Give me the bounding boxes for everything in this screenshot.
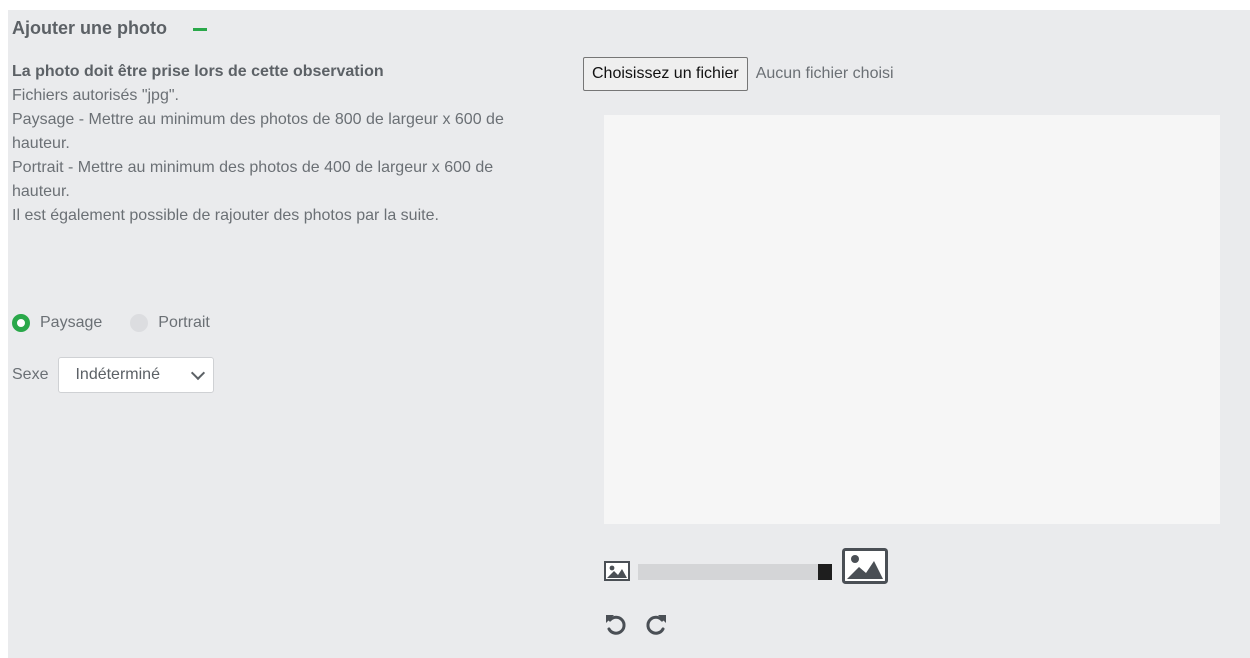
rotate-controls	[604, 612, 668, 636]
instructions-line: Fichiers autorisés "jpg".	[12, 87, 179, 104]
section-title: Ajouter une photo	[12, 18, 167, 38]
minus-icon[interactable]	[192, 28, 207, 31]
instructions-line: Portrait - Mettre au minimum des photos …	[12, 159, 494, 200]
radio-label: Paysage	[40, 314, 103, 331]
sex-label: Sexe	[12, 366, 49, 383]
section-header: Ajouter une photo	[12, 18, 207, 39]
sex-select[interactable]: Indéterminé	[58, 357, 215, 393]
instructions-line: Il est également possible de rajouter de…	[12, 207, 439, 224]
rotate-right-icon[interactable]	[646, 612, 668, 636]
orientation-radio-group: Paysage Portrait	[12, 314, 238, 332]
choose-file-button[interactable]: Choisissez un fichier	[583, 57, 748, 91]
radio-option-paysage[interactable]: Paysage	[12, 314, 102, 332]
sex-field: Sexe Indéterminé	[12, 357, 215, 393]
image-small-icon[interactable]	[604, 561, 630, 581]
instructions-lead: La photo doit être prise lors de cette o…	[12, 63, 384, 80]
zoom-slider-track[interactable]	[638, 564, 832, 580]
instructions-line: Paysage - Mettre au minimum des photos d…	[12, 111, 504, 152]
zoom-slider-handle[interactable]	[818, 564, 832, 580]
sex-select-value: Indéterminé	[75, 366, 160, 383]
instructions-block: La photo doit être prise lors de cette o…	[12, 60, 512, 228]
radio-button[interactable]	[130, 314, 149, 332]
photo-preview-area	[604, 115, 1220, 524]
zoom-control	[604, 548, 904, 584]
file-picker: Choisissez un fichier Aucun fichier choi…	[583, 57, 894, 91]
radio-button-selected[interactable]	[12, 314, 30, 332]
chevron-down-icon	[191, 365, 206, 380]
file-status: Aucun fichier choisi	[755, 65, 894, 82]
radio-label: Portrait	[158, 314, 210, 331]
image-large-icon[interactable]	[842, 548, 888, 584]
rotate-left-icon[interactable]	[604, 612, 626, 636]
radio-option-portrait[interactable]: Portrait	[130, 314, 210, 332]
